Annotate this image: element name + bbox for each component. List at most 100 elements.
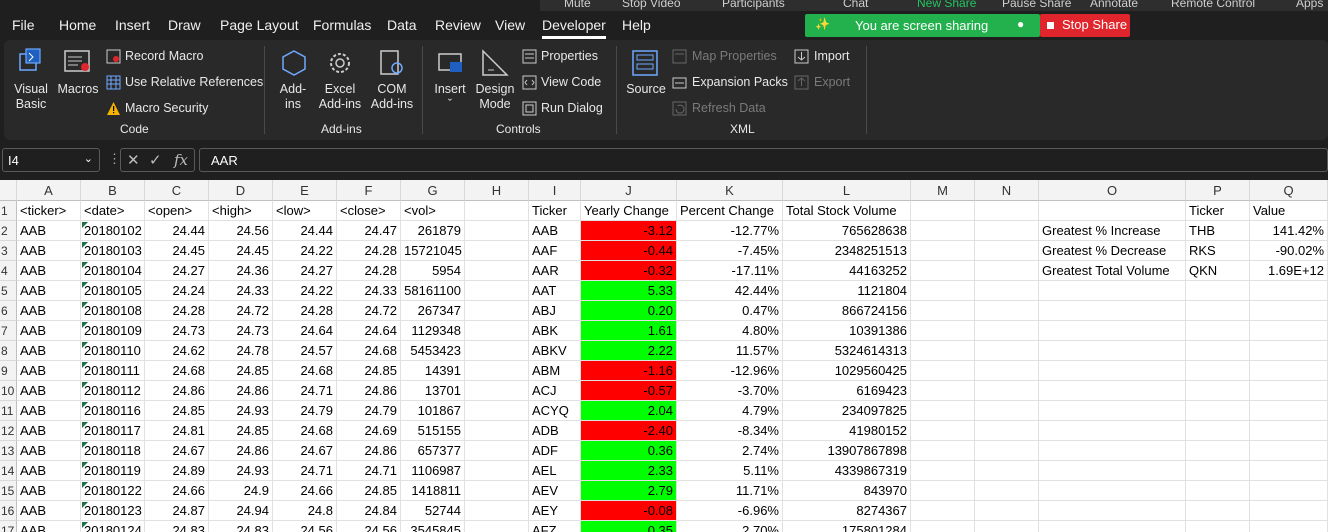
cell-m12[interactable] xyxy=(911,421,975,441)
cell-k3[interactable]: -7.45% xyxy=(677,241,783,261)
cell-q16[interactable] xyxy=(1250,501,1328,521)
cell-b5[interactable]: 20180105 xyxy=(81,281,145,301)
row-header-14[interactable]: 14 xyxy=(0,461,17,481)
cell-g4[interactable]: 5954 xyxy=(401,261,465,281)
zoom-participants-button[interactable]: Participants xyxy=(722,0,785,10)
cell-k15[interactable]: 11.71% xyxy=(677,481,783,501)
menu-view[interactable]: View xyxy=(495,17,525,33)
cell-e12[interactable]: 24.68 xyxy=(273,421,337,441)
cell-f8[interactable]: 24.68 xyxy=(337,341,401,361)
row-header-2[interactable]: 2 xyxy=(0,221,17,241)
cell-o11[interactable] xyxy=(1039,401,1186,421)
cell-k10[interactable]: -3.70% xyxy=(677,381,783,401)
cell-c2[interactable]: 24.44 xyxy=(145,221,209,241)
cell-g3[interactable]: 15721045 xyxy=(401,241,465,261)
cell-f14[interactable]: 24.71 xyxy=(337,461,401,481)
cell-c8[interactable]: 24.62 xyxy=(145,341,209,361)
menu-home[interactable]: Home xyxy=(59,17,96,33)
cell-f13[interactable]: 24.86 xyxy=(337,441,401,461)
cell-g14[interactable]: 1106987 xyxy=(401,461,465,481)
view-code-button[interactable]: View Code xyxy=(541,75,601,89)
cell-m9[interactable] xyxy=(911,361,975,381)
cell-j9[interactable]: -1.16 xyxy=(581,361,677,381)
cell-b17[interactable]: 20180124 xyxy=(81,521,145,532)
row-header-9[interactable]: 9 xyxy=(0,361,17,381)
cell-k8[interactable]: 11.57% xyxy=(677,341,783,361)
cell-c1[interactable]: <open> xyxy=(145,201,209,221)
cell-m6[interactable] xyxy=(911,301,975,321)
menu-file[interactable]: File xyxy=(12,17,35,33)
cell-e15[interactable]: 24.66 xyxy=(273,481,337,501)
cell-i7[interactable]: ABK xyxy=(529,321,581,341)
insert-function-icon[interactable]: fx xyxy=(174,151,188,169)
cell-d9[interactable]: 24.85 xyxy=(209,361,273,381)
cell-p14[interactable] xyxy=(1186,461,1250,481)
cell-o6[interactable] xyxy=(1039,301,1186,321)
stop-share-button[interactable]: Stop Share xyxy=(1040,14,1130,37)
cell-q10[interactable] xyxy=(1250,381,1328,401)
cell-b2[interactable]: 20180102 xyxy=(81,221,145,241)
cell-c11[interactable]: 24.85 xyxy=(145,401,209,421)
cell-a13[interactable]: AAB xyxy=(17,441,81,461)
refresh-data-button[interactable]: Refresh Data xyxy=(692,101,766,115)
cell-i17[interactable]: AFZ xyxy=(529,521,581,532)
cell-e4[interactable]: 24.27 xyxy=(273,261,337,281)
cell-n9[interactable] xyxy=(975,361,1039,381)
cell-m7[interactable] xyxy=(911,321,975,341)
cell-m5[interactable] xyxy=(911,281,975,301)
cell-c13[interactable]: 24.67 xyxy=(145,441,209,461)
cell-o3[interactable]: Greatest % Decrease xyxy=(1039,241,1186,261)
import-button[interactable]: Import xyxy=(814,49,849,63)
cell-k9[interactable]: -12.96% xyxy=(677,361,783,381)
macro-security-button[interactable]: Macro Security xyxy=(125,101,208,115)
cell-j13[interactable]: 0.36 xyxy=(581,441,677,461)
cell-n2[interactable] xyxy=(975,221,1039,241)
menu-insert[interactable]: Insert xyxy=(115,17,150,33)
cell-c9[interactable]: 24.68 xyxy=(145,361,209,381)
cell-d15[interactable]: 24.9 xyxy=(209,481,273,501)
cell-b10[interactable]: 20180112 xyxy=(81,381,145,401)
cell-b11[interactable]: 20180116 xyxy=(81,401,145,421)
cell-f15[interactable]: 24.85 xyxy=(337,481,401,501)
cell-k1[interactable]: Percent Change xyxy=(677,201,783,221)
visual-basic-button[interactable]: Visual Basic xyxy=(14,82,48,112)
row-header-16[interactable]: 16 xyxy=(0,501,17,521)
cell-j7[interactable]: 1.61 xyxy=(581,321,677,341)
cell-j10[interactable]: -0.57 xyxy=(581,381,677,401)
row-header-8[interactable]: 8 xyxy=(0,341,17,361)
cell-p2[interactable]: THB xyxy=(1186,221,1250,241)
cell-o16[interactable] xyxy=(1039,501,1186,521)
cell-g16[interactable]: 52744 xyxy=(401,501,465,521)
cell-h11[interactable] xyxy=(465,401,529,421)
cell-e11[interactable]: 24.79 xyxy=(273,401,337,421)
cell-g1[interactable]: <vol> xyxy=(401,201,465,221)
cell-l13[interactable]: 13907867898 xyxy=(783,441,911,461)
cell-q7[interactable] xyxy=(1250,321,1328,341)
zoom-mute-button[interactable]: Mute xyxy=(564,0,591,10)
zoom-stop-video-button[interactable]: Stop Video xyxy=(622,0,681,10)
cell-o1[interactable] xyxy=(1039,201,1186,221)
zoom-chat-button[interactable]: Chat xyxy=(843,0,868,10)
cell-o13[interactable] xyxy=(1039,441,1186,461)
cell-a9[interactable]: AAB xyxy=(17,361,81,381)
cell-n4[interactable] xyxy=(975,261,1039,281)
cell-p11[interactable] xyxy=(1186,401,1250,421)
cell-f5[interactable]: 24.33 xyxy=(337,281,401,301)
row-header-11[interactable]: 11 xyxy=(0,401,17,421)
cell-l1[interactable]: Total Stock Volume xyxy=(783,201,911,221)
column-header-f[interactable]: F xyxy=(337,180,401,201)
cell-q1[interactable]: Value xyxy=(1250,201,1328,221)
cell-j8[interactable]: 2.22 xyxy=(581,341,677,361)
macros-button[interactable]: Macros xyxy=(56,82,100,97)
cell-e13[interactable]: 24.67 xyxy=(273,441,337,461)
properties-button[interactable]: Properties xyxy=(541,49,598,63)
cell-d4[interactable]: 24.36 xyxy=(209,261,273,281)
cell-p17[interactable] xyxy=(1186,521,1250,532)
cell-p8[interactable] xyxy=(1186,341,1250,361)
cell-q13[interactable] xyxy=(1250,441,1328,461)
column-header-c[interactable]: C xyxy=(145,180,209,201)
excel-addins-button[interactable]: Excel Add-ins xyxy=(316,82,364,112)
cell-m15[interactable] xyxy=(911,481,975,501)
cell-j1[interactable]: Yearly Change xyxy=(581,201,677,221)
row-header-7[interactable]: 7 xyxy=(0,321,17,341)
